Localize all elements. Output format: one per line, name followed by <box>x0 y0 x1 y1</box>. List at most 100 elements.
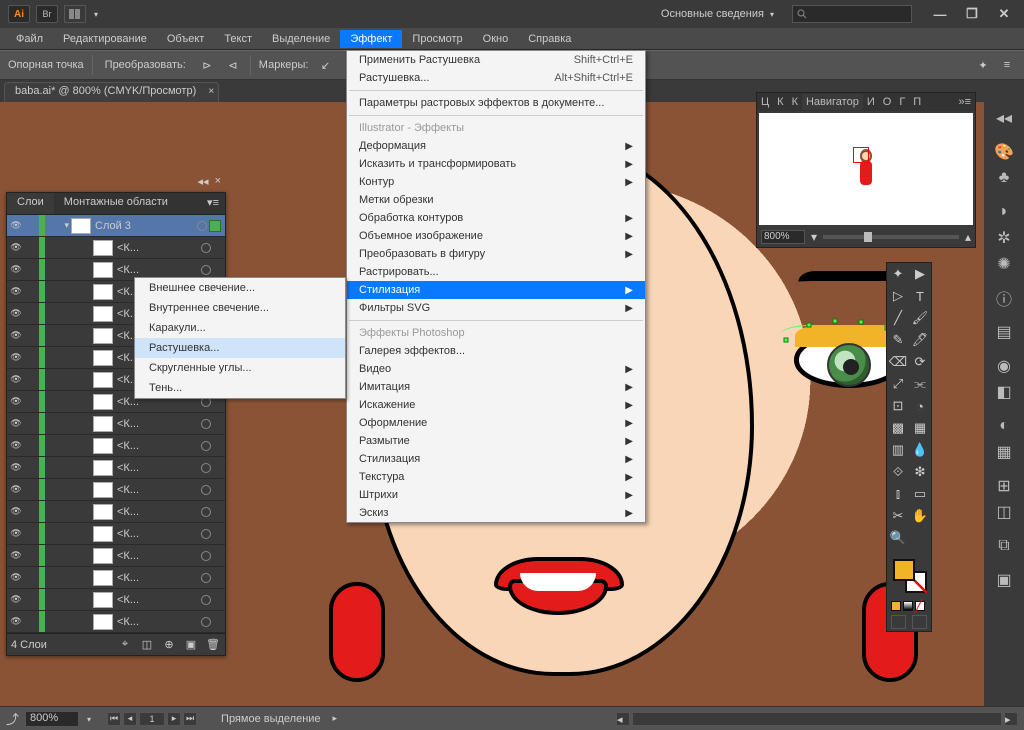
menu-type[interactable]: Текст <box>214 30 262 48</box>
ps-effect-item-текстура[interactable]: Текстура▶ <box>347 468 645 486</box>
actions-panel-icon[interactable]: ▣ <box>988 568 1020 592</box>
target-icon[interactable] <box>201 595 211 605</box>
graphic-styles-icon[interactable]: ◧ <box>988 380 1020 404</box>
target-icon[interactable] <box>201 441 211 451</box>
blob-brush-tool[interactable]: 🖊 <box>909 329 931 351</box>
draw-mode-icon[interactable] <box>912 615 927 629</box>
color-panel-icon[interactable]: 🎨 <box>988 140 1020 164</box>
menu-window[interactable]: Окно <box>473 30 519 48</box>
target-icon[interactable] <box>201 617 211 627</box>
zoom-input[interactable]: 800% <box>25 711 79 727</box>
navigator-zoom-in[interactable]: ▴ <box>965 230 971 244</box>
menu-apply-last[interactable]: Применить Растушевка Shift+Ctrl+E <box>347 51 645 69</box>
color-mode-icon[interactable] <box>891 601 901 611</box>
navigator-tab-g[interactable]: Г <box>895 94 909 110</box>
close-button[interactable]: ✕ <box>996 7 1012 21</box>
slice-tool[interactable]: ✂ <box>887 505 909 527</box>
visibility-toggle[interactable] <box>7 220 25 231</box>
bridge-icon[interactable]: Br <box>36 5 58 23</box>
effect-item-стилизация[interactable]: Стилизация▶ <box>347 281 645 299</box>
stylize-item-тень-[interactable]: Тень... <box>135 378 345 398</box>
visibility-toggle[interactable] <box>7 374 25 385</box>
target-icon[interactable] <box>201 265 211 275</box>
effect-item-объемное-изображение[interactable]: Объемное изображение▶ <box>347 227 645 245</box>
blend-tool[interactable]: ⟐ <box>887 461 909 483</box>
navigator-tab-k2[interactable]: К <box>788 94 802 110</box>
layer-name[interactable]: <К... <box>117 462 199 474</box>
magic-wand-tool[interactable]: ✦ <box>887 263 909 285</box>
menu-help[interactable]: Справка <box>518 30 581 48</box>
navigator-tab-p[interactable]: П <box>909 94 925 110</box>
layers-menu-icon[interactable]: ▾≡ <box>201 193 225 214</box>
ps-effect-item-галерея-эффектов-[interactable]: Галерея эффектов... <box>347 342 645 360</box>
rotate-tool[interactable]: ⟳ <box>909 351 931 373</box>
menu-file[interactable]: Файл <box>6 30 53 48</box>
screen-mode-icon[interactable] <box>891 615 906 629</box>
menu-last-effect[interactable]: Растушевка... Alt+Shift+Ctrl+E <box>347 69 645 87</box>
sublayer-row[interactable]: <К... <box>7 413 225 435</box>
hscroll-right[interactable]: ▸ <box>1004 712 1018 726</box>
target-icon[interactable] <box>201 243 211 253</box>
graph-tool[interactable]: ⫾ <box>887 483 909 505</box>
visibility-toggle[interactable] <box>7 418 25 429</box>
sublayer-row[interactable]: <К... <box>7 457 225 479</box>
visibility-toggle[interactable] <box>7 572 25 583</box>
layer-name[interactable]: <К... <box>117 572 199 584</box>
sublayer-row[interactable]: <К... <box>7 567 225 589</box>
brush-tool[interactable]: 🖌 <box>909 307 931 329</box>
visibility-toggle[interactable] <box>7 440 25 451</box>
target-icon[interactable] <box>201 551 211 561</box>
last-artboard-icon[interactable]: ⏭ <box>183 712 197 726</box>
target-icon[interactable] <box>201 419 211 429</box>
document-tab[interactable]: baba.ai* @ 800% (CMYK/Просмотр) × <box>4 82 219 102</box>
swatch-area[interactable] <box>887 555 931 599</box>
layer-name[interactable]: <К... <box>117 594 199 606</box>
layer-name[interactable]: <К... <box>117 506 199 518</box>
layer-name[interactable]: <К... <box>117 616 199 628</box>
navigator-tab-o[interactable]: О <box>879 94 896 110</box>
visibility-toggle[interactable] <box>7 352 25 363</box>
navigator-menu-icon[interactable]: »≡ <box>954 94 975 110</box>
layer-name[interactable]: <К... <box>117 418 199 430</box>
navigator-tab-main[interactable]: Навигатор <box>802 94 863 110</box>
visibility-toggle[interactable] <box>7 396 25 407</box>
target-icon[interactable] <box>197 221 207 231</box>
layer-name[interactable]: <К... <box>117 550 199 562</box>
layer-name[interactable]: <К... <box>117 528 199 540</box>
visibility-toggle[interactable] <box>7 286 25 297</box>
arrange-dropdown-icon[interactable] <box>92 8 98 20</box>
stylize-item-каракули-[interactable]: Каракули... <box>135 318 345 338</box>
visibility-toggle[interactable] <box>7 242 25 253</box>
sublayer-row[interactable]: <К... <box>7 237 225 259</box>
hand-tool[interactable]: ✋ <box>909 505 931 527</box>
locate-layer-icon[interactable]: ⌖ <box>117 637 133 653</box>
first-artboard-icon[interactable]: ⏮ <box>107 712 121 726</box>
ps-effect-item-оформление[interactable]: Оформление▶ <box>347 414 645 432</box>
transform-button[interactable]: Преобразовать: <box>101 58 190 72</box>
hscroll-left[interactable]: ◂ <box>616 712 630 726</box>
layers-shortcut-icon[interactable]: ▤ <box>988 320 1020 344</box>
new-sublayer-icon[interactable]: ⊕ <box>161 637 177 653</box>
artboards-tab[interactable]: Монтажные области <box>54 193 178 214</box>
workspace-switcher[interactable]: Основные сведения <box>653 6 782 22</box>
navigator-tab-c[interactable]: Ц <box>757 94 773 110</box>
options-bar-menu-icon[interactable]: ≡ <box>998 56 1016 74</box>
search-input[interactable] <box>792 5 912 23</box>
ps-effect-item-эскиз[interactable]: Эскиз▶ <box>347 504 645 522</box>
layer-name[interactable]: <К... <box>117 242 199 254</box>
navigator-tab-k1[interactable]: К <box>773 94 787 110</box>
layers-collapse-icon[interactable]: ◂◂ <box>198 175 209 188</box>
sublayer-row[interactable]: <К... <box>7 501 225 523</box>
prev-artboard-icon[interactable]: ◂ <box>123 712 137 726</box>
stylize-item-внешнее-свечение-[interactable]: Внешнее свечение... <box>135 278 345 298</box>
symbol-tool[interactable]: ❇ <box>909 461 931 483</box>
sublayer-row[interactable]: <К... <box>7 545 225 567</box>
shape-builder-tool[interactable]: ◔ <box>909 395 931 417</box>
transparency-panel-icon[interactable]: ◐ <box>988 414 1020 438</box>
stylize-item-скругленные-углы-[interactable]: Скругленные углы... <box>135 358 345 378</box>
ps-effect-item-штрихи[interactable]: Штрихи▶ <box>347 486 645 504</box>
eyedropper-tool[interactable]: 💧 <box>909 439 931 461</box>
status-arrow-icon[interactable]: ▸ <box>333 713 338 724</box>
layer-name[interactable]: <К... <box>117 440 199 452</box>
effect-item-деформация[interactable]: Деформация▶ <box>347 137 645 155</box>
